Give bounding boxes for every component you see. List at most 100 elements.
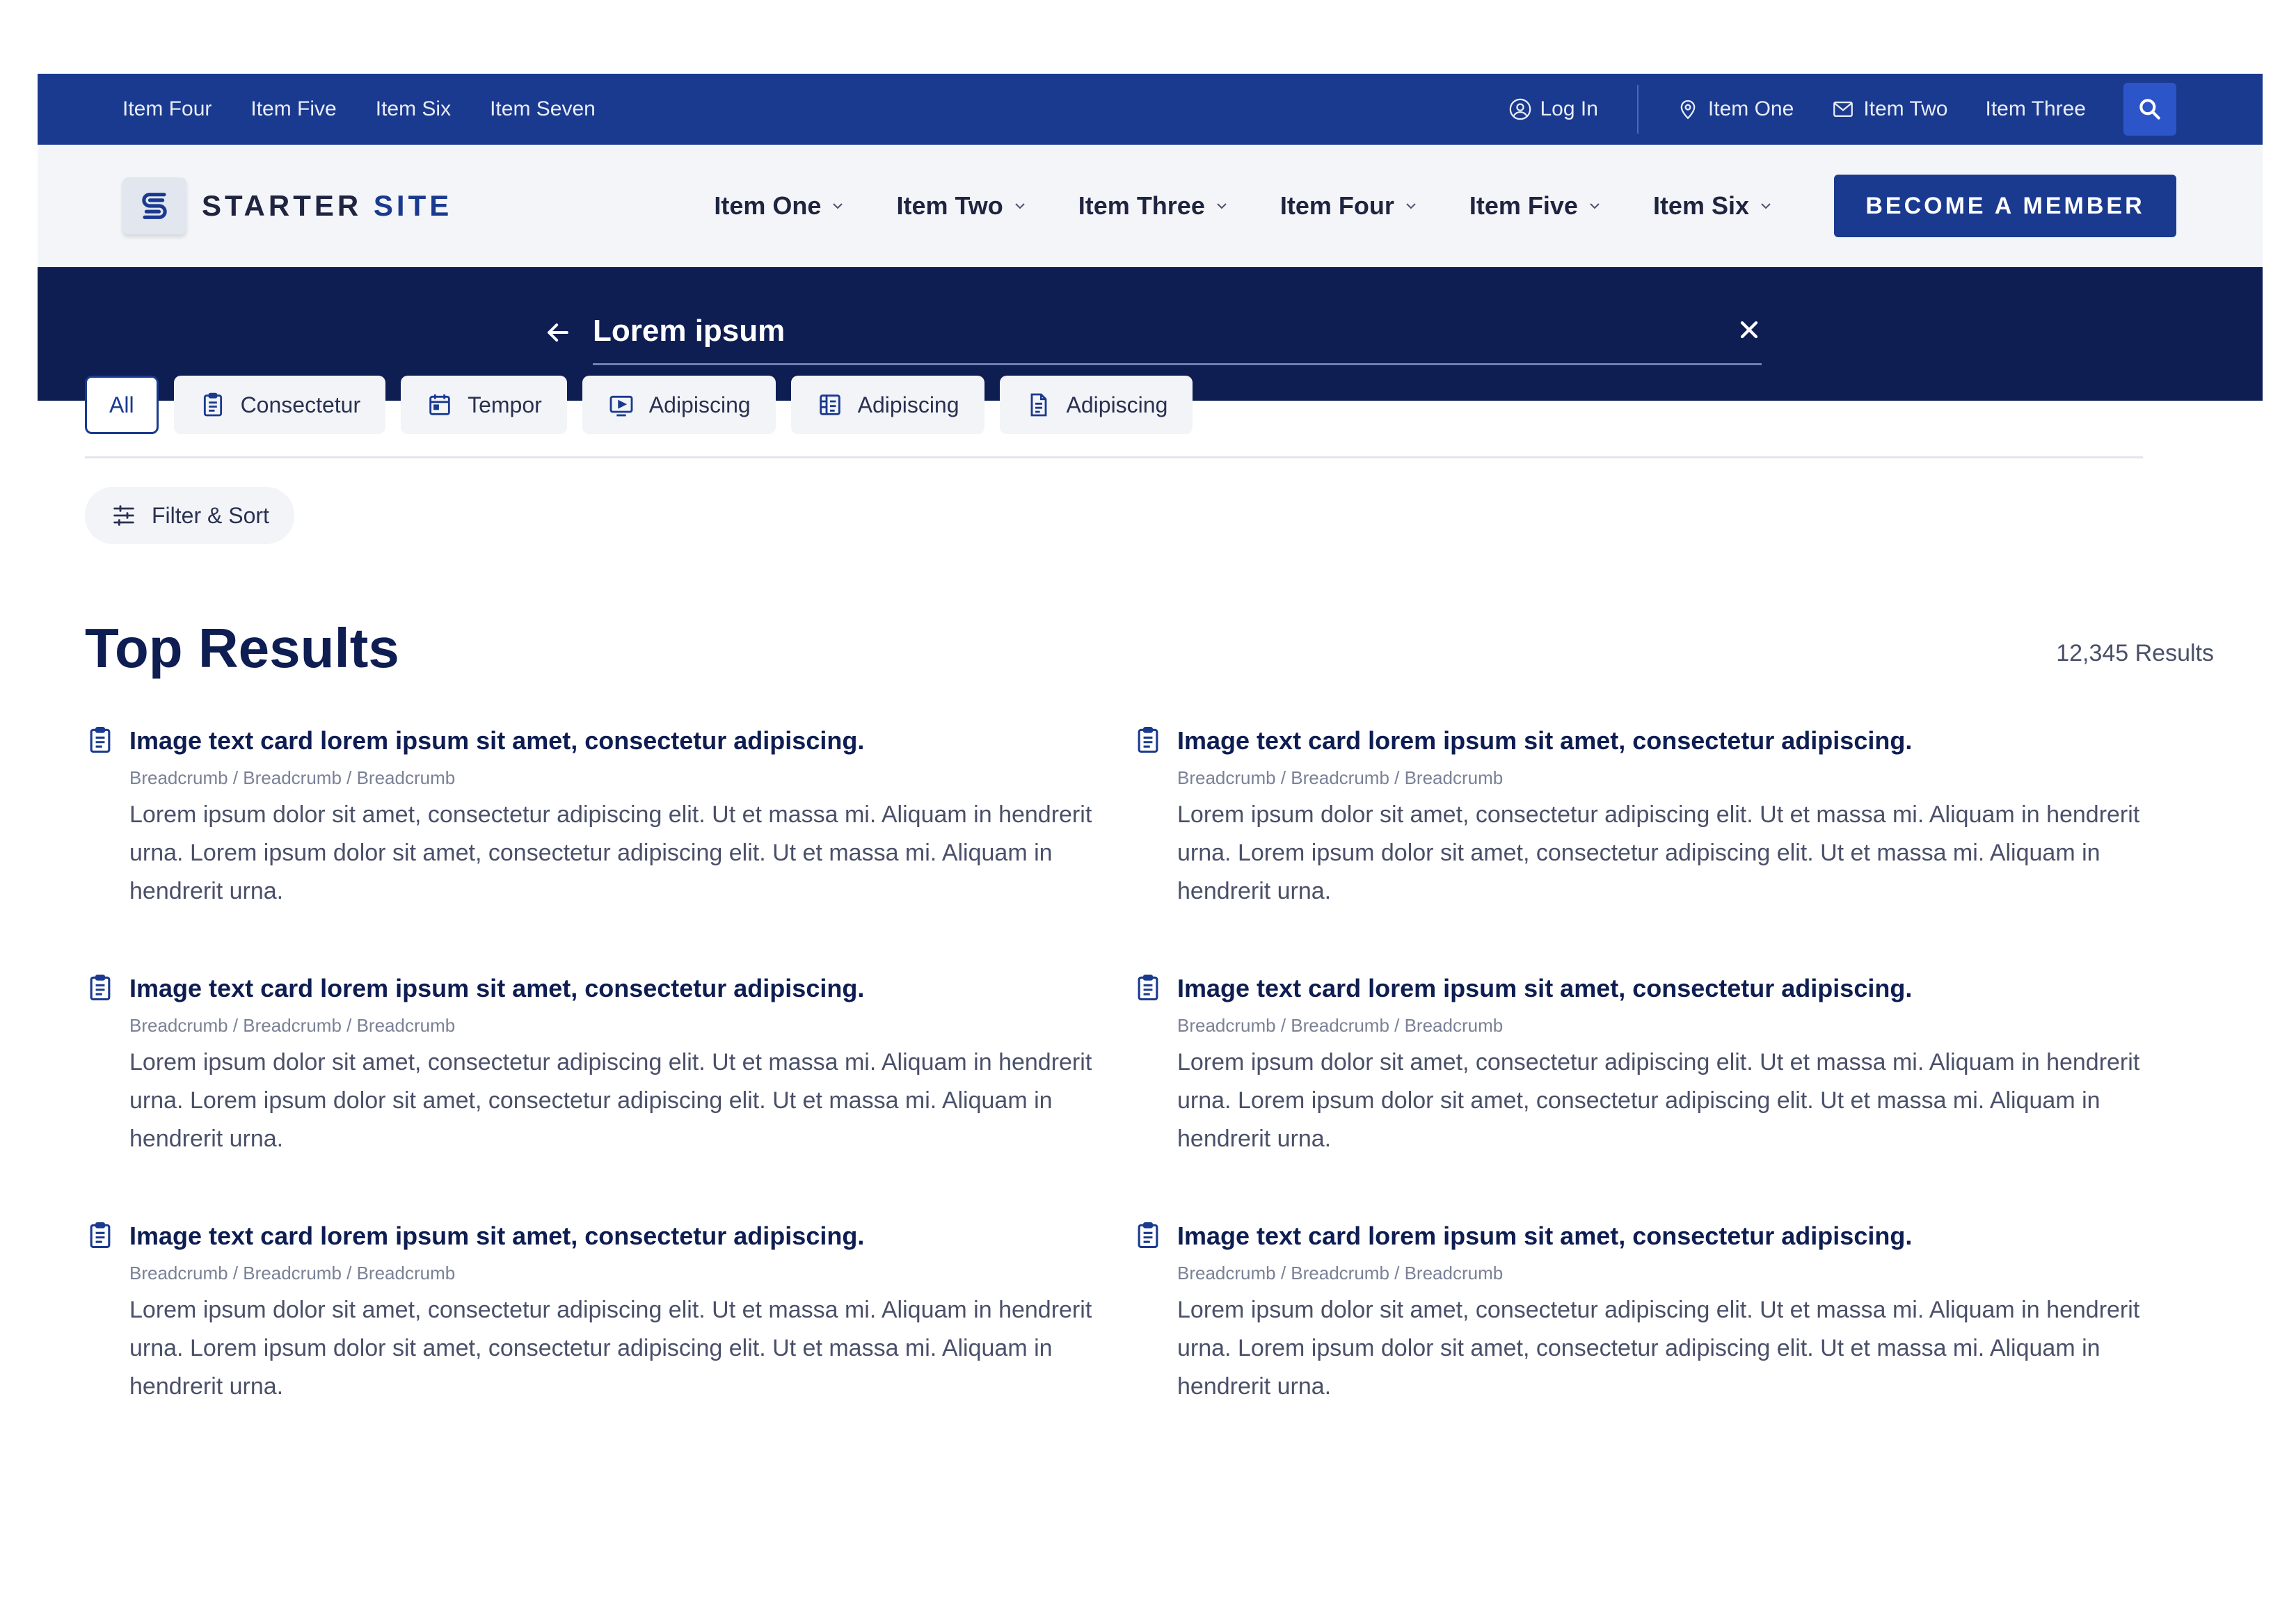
chip-adipiscing-document[interactable]: Adipiscing <box>999 376 1193 434</box>
location-link[interactable]: Item One <box>1676 97 1794 121</box>
clipboard-icon <box>90 727 111 753</box>
utility-left-links: Item Four Item Five Item Six Item Seven <box>122 97 635 121</box>
result-body: Lorem ipsum dolor sit amet, consectetur … <box>129 801 1092 904</box>
user-circle-icon <box>1509 98 1531 120</box>
chip-label: Adipiscing <box>648 392 751 417</box>
result-breadcrumb: Breadcrumb / Breadcrumb / Breadcrumb <box>1177 1015 1504 1036</box>
location-label: Item One <box>1707 97 1794 120</box>
logo-mark-icon <box>122 177 186 234</box>
result-title[interactable]: Image text card lorem ipsum sit amet, co… <box>1177 725 2143 757</box>
nav-item-label: Item Three <box>1078 191 1205 220</box>
chevron-down-icon <box>1761 203 1771 209</box>
chip-consectetur[interactable]: Consectetur <box>173 376 386 434</box>
become-member-button[interactable]: BECOME A MEMBER <box>1834 175 2176 237</box>
chevron-down-icon <box>1406 203 1416 209</box>
result-title[interactable]: Image text card lorem ipsum sit amet, co… <box>1177 1220 2143 1252</box>
utility-bar: Item Four Item Five Item Six Item Seven … <box>38 74 2263 145</box>
result-title[interactable]: Image text card lorem ipsum sit amet, co… <box>129 725 1133 757</box>
arrow-left-icon[interactable] <box>543 317 573 348</box>
result-breadcrumb: Breadcrumb / Breadcrumb / Breadcrumb <box>1177 767 1504 788</box>
main-nav: Item One Item Two Item Three Item Four I… <box>664 191 1774 221</box>
result-title[interactable]: Image text card lorem ipsum sit amet, co… <box>129 1220 1133 1252</box>
login-label: Log In <box>1540 97 1598 120</box>
nav-item-four[interactable]: Item Four <box>1280 191 1419 221</box>
results-count: 12,345 Results <box>2056 640 2214 666</box>
clipboard-icon <box>1138 975 1158 1001</box>
mail-label: Item Two <box>1863 97 1948 120</box>
chip-label: All <box>109 392 134 417</box>
clipboard-icon <box>1138 727 1158 753</box>
result-breadcrumb: Breadcrumb / Breadcrumb / Breadcrumb <box>129 767 456 788</box>
calendar-icon <box>429 394 450 415</box>
utility-divider <box>1636 85 1639 134</box>
result-breadcrumb: Breadcrumb / Breadcrumb / Breadcrumb <box>1177 1263 1504 1283</box>
document-icon <box>1030 393 1046 417</box>
result-body: Lorem ipsum dolor sit amet, consectetur … <box>129 1049 1092 1152</box>
clipboard-icon <box>90 975 111 1001</box>
search-underline <box>593 363 1762 365</box>
results-grid: Image text card lorem ipsum sit amet, co… <box>85 725 2143 1468</box>
chip-label: Adipiscing <box>857 392 959 417</box>
utility-right-links: Log In Item One Item Two Item Three <box>1471 83 2176 136</box>
map-pin-icon <box>1680 99 1696 120</box>
chevron-down-icon <box>1217 203 1227 209</box>
chip-all[interactable]: All <box>85 376 159 434</box>
nav-item-label: Item Six <box>1652 191 1749 220</box>
chip-label: Adipiscing <box>1066 392 1168 417</box>
chip-adipiscing-video[interactable]: Adipiscing <box>582 376 776 434</box>
result-title[interactable]: Image text card lorem ipsum sit amet, co… <box>129 973 1133 1005</box>
utility-link-item-six[interactable]: Item Six <box>376 97 451 121</box>
clipboard-icon <box>90 1222 111 1249</box>
result-card[interactable]: Image text card lorem ipsum sit amet, co… <box>1133 1220 2143 1468</box>
results-title: Top Results <box>85 617 399 679</box>
logo-text: STARTER SITE <box>202 189 452 223</box>
filter-sort-button[interactable]: Filter & Sort <box>85 487 294 544</box>
mail-icon <box>1833 101 1853 118</box>
chevron-down-icon <box>1590 203 1600 209</box>
utility-link-item-seven[interactable]: Item Seven <box>490 97 596 121</box>
close-icon[interactable] <box>1735 316 1763 344</box>
utility-link-item-four[interactable]: Item Four <box>122 97 212 121</box>
utility-link-item-three[interactable]: Item Three <box>1985 97 2086 121</box>
result-card[interactable]: Image text card lorem ipsum sit amet, co… <box>85 973 1133 1220</box>
result-breadcrumb: Breadcrumb / Breadcrumb / Breadcrumb <box>129 1015 456 1036</box>
mail-link[interactable]: Item Two <box>1831 97 1947 121</box>
result-card[interactable]: Image text card lorem ipsum sit amet, co… <box>85 725 1133 973</box>
nav-item-three[interactable]: Item Three <box>1078 191 1230 221</box>
chip-adipiscing-layout[interactable]: Adipiscing <box>790 376 984 434</box>
result-card[interactable]: Image text card lorem ipsum sit amet, co… <box>85 1220 1133 1468</box>
logo-word-site: SITE <box>373 189 453 222</box>
result-card[interactable]: Image text card lorem ipsum sit amet, co… <box>1133 725 2143 973</box>
result-body: Lorem ipsum dolor sit amet, consectetur … <box>1177 801 2140 904</box>
utility-search-button[interactable] <box>2123 83 2176 136</box>
main-header: STARTER SITE Item One Item Two Item Thre… <box>38 145 2263 267</box>
chip-tempor[interactable]: Tempor <box>401 376 567 434</box>
login-link[interactable]: Log In <box>1508 97 1598 121</box>
chip-label: Consectetur <box>240 392 361 417</box>
nav-item-label: Item Two <box>896 191 1003 220</box>
search-icon <box>2139 99 2160 120</box>
video-icon <box>609 395 633 417</box>
utility-link-item-five[interactable]: Item Five <box>250 97 336 121</box>
nav-item-five[interactable]: Item Five <box>1469 191 1603 221</box>
chevron-down-icon <box>833 203 843 209</box>
chip-label: Tempor <box>468 392 542 417</box>
nav-item-six[interactable]: Item Six <box>1653 191 1774 221</box>
chips-divider <box>85 456 2143 458</box>
result-card[interactable]: Image text card lorem ipsum sit amet, co… <box>1133 973 2143 1220</box>
result-breadcrumb: Breadcrumb / Breadcrumb / Breadcrumb <box>129 1263 456 1283</box>
chevron-down-icon <box>1015 203 1025 209</box>
nav-item-label: Item One <box>714 191 822 220</box>
sliders-icon <box>113 505 134 526</box>
search-input[interactable] <box>593 306 1762 356</box>
nav-item-two[interactable]: Item Two <box>896 191 1028 221</box>
nav-item-label: Item Five <box>1469 191 1578 220</box>
result-body: Lorem ipsum dolor sit amet, consectetur … <box>1177 1297 2140 1400</box>
result-body: Lorem ipsum dolor sit amet, consectetur … <box>1177 1049 2140 1152</box>
result-body: Lorem ipsum dolor sit amet, consectetur … <box>129 1297 1092 1400</box>
clipboard-icon <box>1138 1222 1158 1249</box>
result-title[interactable]: Image text card lorem ipsum sit amet, co… <box>1177 973 2143 1005</box>
nav-item-one[interactable]: Item One <box>714 191 846 221</box>
site-logo[interactable]: STARTER SITE <box>122 177 452 234</box>
logo-word-starter: STARTER <box>202 189 362 222</box>
